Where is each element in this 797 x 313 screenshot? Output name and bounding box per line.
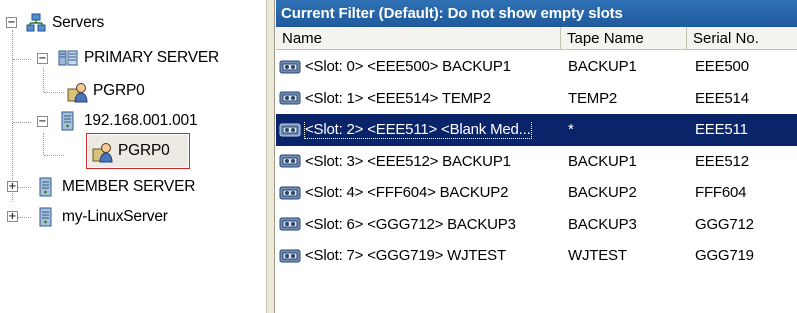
tree-node-label: Servers [52,14,105,31]
expand-toggle[interactable]: + [7,181,18,192]
slot-name: <Slot: 3> <EEE512> BACKUP1 [305,152,511,170]
tree-connector [43,133,44,155]
collapse-toggle[interactable]: − [6,17,17,28]
tape-cartridge-icon [279,154,301,168]
slot-list-pane: Current Filter (Default): Do not show em… [276,0,797,313]
tree-node-member-server[interactable]: MEMBER SERVER [36,176,197,198]
tree-node-servers[interactable]: Servers [26,12,106,34]
slot-name: <Slot: 2> <EEE511> <Blank Med... [304,120,532,139]
tape-name-cell: BACKUP1 [568,58,637,76]
tree-node-ip-server[interactable]: 192.168.001.001 [58,110,199,132]
table-row[interactable]: <Slot: 0> <EEE500> BACKUP1 BACKUP1 EEE50… [276,51,797,83]
column-headers: Name Tape Name Serial No. [276,27,797,50]
server-icon [58,111,78,131]
expand-toggle[interactable]: + [7,211,18,222]
table-row[interactable]: <Slot: 6> <GGG712> BACKUP3 BACKUP3 GGG71… [276,209,797,241]
table-row[interactable]: <Slot: 1> <EEE514> TEMP2 TEMP2 EEE514 [276,83,797,115]
slot-name: <Slot: 1> <EEE514> TEMP2 [305,89,491,107]
tape-name-cell: TEMP2 [568,89,618,107]
tape-cartridge-icon [279,60,301,74]
server-icon [36,207,56,227]
tree-node-linux-server[interactable]: my-LinuxServer [36,206,170,228]
tape-name-cell: * [568,121,574,139]
tree-node-label: PGRP0 [93,82,145,99]
tape-cartridge-icon [279,123,301,137]
tape-cartridge-icon [279,91,301,105]
tape-cartridge-icon [279,217,301,231]
collapse-toggle[interactable]: − [37,116,48,127]
serial-no-cell: GGG719 [695,247,754,265]
slot-name: <Slot: 7> <GGG719> WJTEST [305,247,506,265]
tape-name-cell: BACKUP1 [568,152,637,170]
tree-node-label: 192.168.001.001 [84,112,198,129]
filter-title-bar: Current Filter (Default): Do not show em… [276,0,797,27]
table-row-selected[interactable]: <Slot: 2> <EEE511> <Blank Med... * EEE51… [276,114,797,146]
tape-name-cell: WJTEST [568,247,627,265]
tree-node-label: PRIMARY SERVER [84,49,220,66]
column-header-name[interactable]: Name [276,27,561,50]
column-header-tape-name[interactable]: Tape Name [561,27,687,50]
slot-name: <Slot: 0> <EEE500> BACKUP1 [305,58,511,76]
serial-no-cell: EEE512 [695,152,749,170]
slot-name-cell: <Slot: 2> <EEE511> <Blank Med... [276,120,561,139]
tree-node-label: my-LinuxServer [62,208,168,225]
server-icon [36,177,56,197]
tree-connector [13,122,31,123]
pane-splitter[interactable] [266,0,275,313]
tree-connector [44,92,64,93]
tree-connector [43,67,44,92]
tree-connector [12,30,13,202]
pool-user-icon [67,81,88,103]
server-group-icon [58,48,78,68]
tape-cartridge-icon [279,186,301,200]
serial-no-cell: EEE500 [695,58,749,76]
serial-no-cell: EEE511 [695,121,748,139]
slot-name-cell: <Slot: 4> <FFF604> BACKUP2 [276,184,561,202]
table-row[interactable]: <Slot: 7> <GGG719> WJTEST WJTEST GGG719 [276,240,797,272]
slot-name: <Slot: 4> <FFF604> BACKUP2 [305,184,509,202]
slot-name: <Slot: 6> <GGG712> BACKUP3 [305,215,516,233]
tape-cartridge-icon [279,249,301,263]
slot-name-cell: <Slot: 3> <EEE512> BACKUP1 [276,152,561,170]
table-row[interactable]: <Slot: 3> <EEE512> BACKUP1 BACKUP1 EEE51… [276,146,797,178]
tape-name-cell: BACKUP3 [568,215,637,233]
slot-name-cell: <Slot: 6> <GGG712> BACKUP3 [276,215,561,233]
tree-node-label: PGRP0 [118,142,170,159]
column-header-serial-no[interactable]: Serial No. [687,27,797,50]
tree-node-pgrp0[interactable]: PGRP0 [67,80,147,103]
tree-node-label: MEMBER SERVER [62,178,196,195]
servers-icon [26,13,46,33]
slot-rows: <Slot: 0> <EEE500> BACKUP1 BACKUP1 EEE50… [276,51,797,272]
collapse-toggle[interactable]: − [37,53,48,64]
serial-no-cell: EEE514 [695,89,749,107]
tape-name-cell: BACKUP2 [568,184,637,202]
table-row[interactable]: <Slot: 4> <FFF604> BACKUP2 BACKUP2 FFF60… [276,177,797,209]
slot-name-cell: <Slot: 1> <EEE514> TEMP2 [276,89,561,107]
slot-name-cell: <Slot: 0> <EEE500> BACKUP1 [276,58,561,76]
serial-no-cell: GGG712 [695,215,754,233]
pool-user-icon [92,141,113,163]
tree-node-primary-server[interactable]: PRIMARY SERVER [58,47,221,69]
tree-node-pgrp0-selected[interactable]: PGRP0 [86,133,190,169]
tree-connector [44,155,64,156]
serial-no-cell: FFF604 [695,184,747,202]
slot-name-cell: <Slot: 7> <GGG719> WJTEST [276,247,561,265]
tree-connector [13,59,31,60]
server-tree[interactable]: − Servers − PRIMARY SERVER PGRP0 − 192.1… [0,0,266,313]
